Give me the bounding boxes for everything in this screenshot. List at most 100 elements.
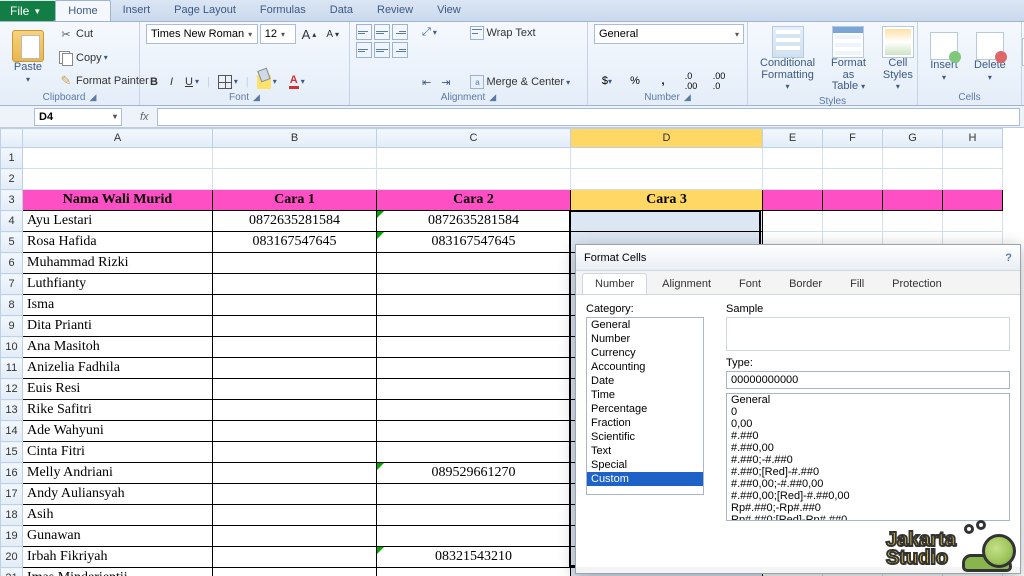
row-header[interactable]: 16 <box>1 463 23 484</box>
col-header-C[interactable]: C <box>377 129 571 148</box>
cell[interactable]: Gunawan <box>23 526 213 547</box>
cell[interactable] <box>823 169 883 190</box>
cell[interactable] <box>377 169 571 190</box>
type-option[interactable]: #.##0;-#.##0 <box>727 454 1009 466</box>
cut-button[interactable]: ✂Cut <box>54 24 153 44</box>
type-option[interactable]: #.##0,00 <box>727 442 1009 454</box>
cell[interactable] <box>377 148 571 169</box>
dialog-launcher-icon[interactable]: ◢ <box>489 92 496 102</box>
category-date[interactable]: Date <box>587 374 703 388</box>
row-header[interactable]: 17 <box>1 484 23 505</box>
type-option[interactable]: Rp#.##0;[Red]-Rp#.##0 <box>727 514 1009 521</box>
cell[interactable] <box>377 379 571 400</box>
row-header[interactable]: 18 <box>1 505 23 526</box>
cell[interactable]: Cinta Fitri <box>23 442 213 463</box>
cell[interactable] <box>943 190 1003 211</box>
row-header[interactable]: 21 <box>1 568 23 576</box>
tab-data[interactable]: Data <box>318 0 365 21</box>
cell[interactable] <box>213 484 377 505</box>
cell[interactable] <box>377 484 571 505</box>
formula-input[interactable] <box>157 108 1020 126</box>
cell[interactable] <box>943 169 1003 190</box>
category-special[interactable]: Special <box>587 458 703 472</box>
grow-font-button[interactable]: A▴ <box>298 25 321 44</box>
cell[interactable]: Anizelia Fadhila <box>23 358 213 379</box>
dialog-tab-fill[interactable]: Fill <box>837 273 877 294</box>
number-format-combo[interactable]: General▾ <box>594 24 744 44</box>
row-header[interactable]: 20 <box>1 547 23 568</box>
accounting-button[interactable]: $▾ <box>594 71 620 91</box>
cell[interactable] <box>571 148 763 169</box>
cell[interactable]: Rike Safitri <box>23 400 213 421</box>
italic-button[interactable]: I <box>166 74 177 90</box>
col-header-F[interactable]: F <box>823 129 883 148</box>
cell[interactable]: Irbah Fikriyah <box>23 547 213 568</box>
decrease-decimal-button[interactable]: .00.0 <box>706 71 732 91</box>
cell[interactable] <box>377 526 571 547</box>
row-header[interactable]: 9 <box>1 316 23 337</box>
type-option[interactable]: Rp#.##0;-Rp#.##0 <box>727 502 1009 514</box>
cell[interactable] <box>213 379 377 400</box>
cell[interactable] <box>943 211 1003 232</box>
cell[interactable] <box>883 211 943 232</box>
cell[interactable]: Melly Andriani <box>23 463 213 484</box>
borders-button[interactable]: ▾ <box>214 73 242 91</box>
help-icon[interactable]: ? <box>1005 252 1012 264</box>
cell[interactable] <box>943 148 1003 169</box>
cell[interactable] <box>213 169 377 190</box>
cell[interactable] <box>823 211 883 232</box>
row-header[interactable]: 6 <box>1 253 23 274</box>
header-cell[interactable]: Cara 1 <box>213 190 377 211</box>
tab-view[interactable]: View <box>425 0 473 21</box>
cell[interactable] <box>763 148 823 169</box>
cell[interactable] <box>823 148 883 169</box>
col-header-D[interactable]: D <box>571 129 763 148</box>
cell[interactable]: 083167547645 <box>213 232 377 253</box>
decrease-indent-button[interactable]: ⇤ <box>418 74 435 91</box>
orientation-button[interactable]: ⤢▾ <box>418 24 441 41</box>
cell[interactable] <box>763 169 823 190</box>
cell[interactable] <box>213 421 377 442</box>
cell[interactable] <box>377 337 571 358</box>
category-general[interactable]: General <box>587 318 703 332</box>
row-header[interactable]: 12 <box>1 379 23 400</box>
tab-page-layout[interactable]: Page Layout <box>162 0 248 21</box>
cell[interactable] <box>23 169 213 190</box>
cell[interactable]: 0872635281584 <box>213 211 377 232</box>
vertical-align[interactable] <box>356 24 408 58</box>
row-header[interactable]: 19 <box>1 526 23 547</box>
row-header[interactable]: 14 <box>1 421 23 442</box>
category-time[interactable]: Time <box>587 388 703 402</box>
header-cell[interactable]: Cara 2 <box>377 190 571 211</box>
cell[interactable]: Ade Wahyuni <box>23 421 213 442</box>
cell[interactable] <box>213 526 377 547</box>
cell[interactable] <box>23 148 213 169</box>
cell[interactable]: Rosa Hafida <box>23 232 213 253</box>
cell[interactable] <box>213 505 377 526</box>
copy-button[interactable]: Copy▾ <box>54 48 153 68</box>
bold-button[interactable]: B <box>146 74 162 90</box>
category-custom[interactable]: Custom <box>587 472 703 486</box>
name-box[interactable]: D4▾ <box>34 108 122 126</box>
cell[interactable] <box>213 337 377 358</box>
comma-button[interactable]: , <box>650 71 676 91</box>
row-header[interactable]: 11 <box>1 358 23 379</box>
cell[interactable] <box>213 148 377 169</box>
row-header[interactable]: 15 <box>1 442 23 463</box>
cell[interactable]: Asih <box>23 505 213 526</box>
font-size-combo[interactable]: 12▾ <box>260 24 296 44</box>
type-option[interactable]: 0,00 <box>727 418 1009 430</box>
cell[interactable] <box>823 190 883 211</box>
file-tab[interactable]: File ▼ <box>0 1 55 21</box>
cell[interactable]: Isma <box>23 295 213 316</box>
increase-indent-button[interactable]: ⇥ <box>437 74 454 91</box>
type-option[interactable]: General <box>727 394 1009 406</box>
type-option[interactable]: #.##0;[Red]-#.##0 <box>727 466 1009 478</box>
col-header-G[interactable]: G <box>883 129 943 148</box>
category-percentage[interactable]: Percentage <box>587 402 703 416</box>
cell[interactable] <box>377 316 571 337</box>
shrink-font-button[interactable]: A▾ <box>322 27 343 42</box>
cell[interactable]: 083167547645 <box>377 232 571 253</box>
row-header[interactable]: 5 <box>1 232 23 253</box>
category-number[interactable]: Number <box>587 332 703 346</box>
